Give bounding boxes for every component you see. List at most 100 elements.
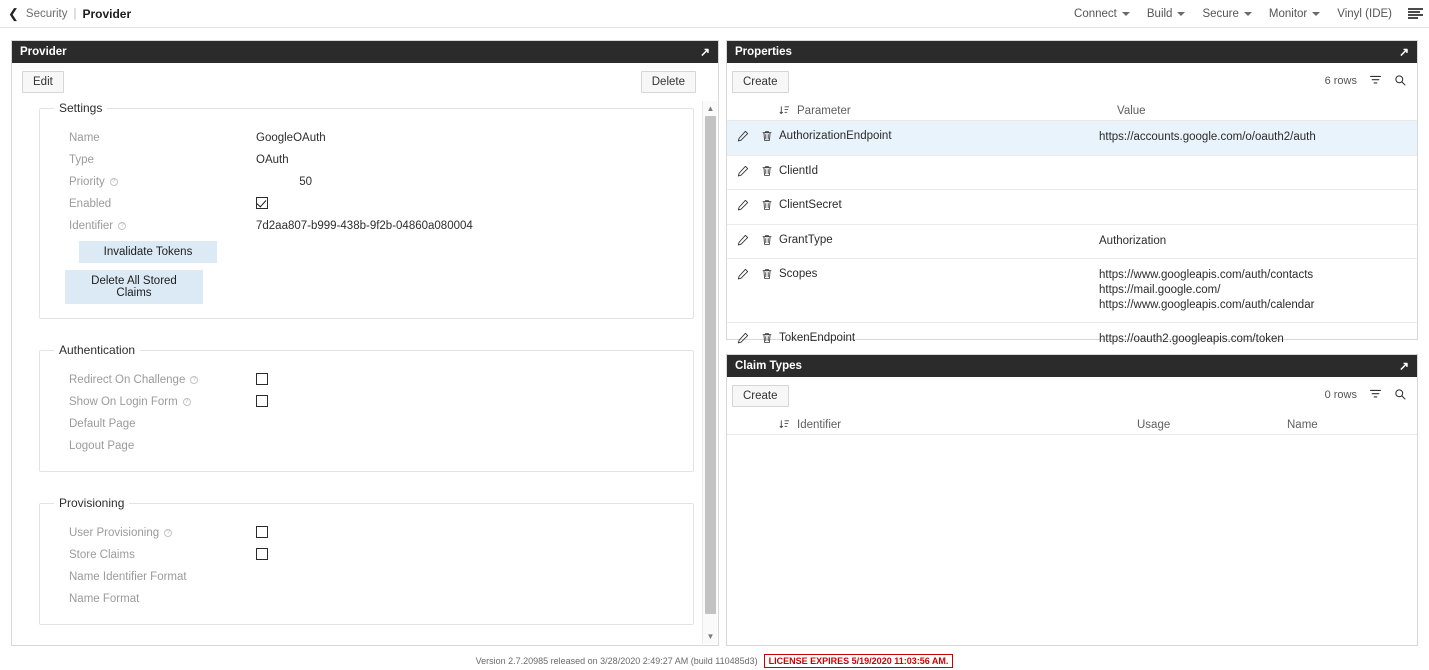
column-header-name[interactable]: Name <box>1287 419 1417 431</box>
show-on-login-form-checkbox[interactable] <box>256 395 268 407</box>
row-actions <box>727 332 779 348</box>
search-icon[interactable] <box>1394 74 1407 87</box>
provider-toolbar: Edit Delete <box>12 63 718 101</box>
table-row[interactable]: Scopeshttps://www.googleapis.com/auth/co… <box>727 259 1417 323</box>
table-row[interactable]: AuthorizationEndpointhttps://accounts.go… <box>727 121 1417 156</box>
pencil-icon[interactable] <box>737 165 749 181</box>
filter-icon[interactable] <box>1369 74 1382 87</box>
field-label: User Provisioning <box>69 527 159 539</box>
sort-ascending-icon[interactable] <box>779 419 790 430</box>
field-name-format: Name Format <box>54 588 679 610</box>
table-row[interactable]: ClientId <box>727 156 1417 191</box>
field-label: Enabled <box>69 198 111 210</box>
chevron-left-icon[interactable]: ❮ <box>8 7 19 20</box>
user-provisioning-checkbox[interactable] <box>256 526 268 538</box>
provider-panel: Provider ↗ Edit Delete ▲ ▼ Settings Name… <box>11 40 719 646</box>
store-claims-checkbox[interactable] <box>256 548 268 560</box>
cell-parameter: Scopes <box>779 268 1099 280</box>
nav-item-connect[interactable]: Connect <box>1074 8 1130 20</box>
search-icon[interactable] <box>1394 388 1407 401</box>
filter-icon[interactable] <box>1369 388 1382 401</box>
field-type: Type OAuth <box>54 149 679 171</box>
field-default-page: Default Page <box>54 413 679 435</box>
field-label: Default Page <box>69 418 136 430</box>
field-value: 50 <box>256 176 312 188</box>
help-icon[interactable]: ? <box>164 529 172 537</box>
chevron-down-icon <box>1122 12 1130 16</box>
nav-item-secure[interactable]: Secure <box>1202 8 1251 20</box>
edit-button[interactable]: Edit <box>22 71 64 93</box>
trash-icon[interactable] <box>761 234 773 250</box>
properties-grid-header: Parameter Value <box>727 101 1417 121</box>
table-row[interactable]: TokenEndpointhttps://oauth2.googleapis.c… <box>727 323 1417 358</box>
license-expiry-badge: LICENSE EXPIRES 5/19/2020 11:03:56 AM. <box>764 654 954 668</box>
hamburger-menu-icon[interactable] <box>1408 8 1423 20</box>
chevron-down-icon <box>1177 12 1185 16</box>
trash-icon[interactable] <box>761 199 773 215</box>
table-row[interactable]: GrantTypeAuthorization <box>727 225 1417 260</box>
pencil-icon[interactable] <box>737 332 749 348</box>
row-actions <box>727 165 779 181</box>
trash-icon[interactable] <box>761 165 773 181</box>
breadcrumb-parent[interactable]: Security <box>26 8 68 20</box>
trash-icon[interactable] <box>761 332 773 348</box>
settings-actions: Invalidate Tokens Delete All Stored Clai… <box>54 237 679 304</box>
pencil-icon[interactable] <box>737 199 749 215</box>
chevron-down-icon <box>1244 12 1252 16</box>
help-icon[interactable]: ? <box>183 398 191 406</box>
field-value: OAuth <box>256 154 289 166</box>
nav-item-vinyl-ide[interactable]: Vinyl (IDE) <box>1337 8 1392 20</box>
table-row[interactable]: ClientSecret <box>727 190 1417 225</box>
nav-label: Connect <box>1074 8 1117 20</box>
properties-create-button[interactable]: Create <box>732 71 789 93</box>
nav-item-monitor[interactable]: Monitor <box>1269 8 1320 20</box>
row-actions <box>727 130 779 146</box>
enabled-checkbox[interactable] <box>256 197 268 209</box>
cell-value: https://accounts.google.com/o/oauth2/aut… <box>1099 130 1417 145</box>
pencil-icon[interactable] <box>737 130 749 146</box>
nav-label: Secure <box>1202 8 1238 20</box>
column-header-usage[interactable]: Usage <box>1137 419 1287 431</box>
field-label: Name <box>69 132 100 144</box>
properties-grid-meta: 6 rows <box>1325 74 1407 87</box>
sort-ascending-icon[interactable] <box>779 105 790 116</box>
invalidate-tokens-button[interactable]: Invalidate Tokens <box>79 241 217 263</box>
nav-item-build[interactable]: Build <box>1147 8 1186 20</box>
expand-arrow-icon[interactable]: ↗ <box>1399 46 1409 58</box>
column-header-parameter[interactable]: Parameter <box>797 105 1117 117</box>
help-icon[interactable]: ? <box>110 178 118 186</box>
cell-parameter: ClientId <box>779 165 1099 177</box>
field-redirect-on-challenge: Redirect On Challenge ? <box>54 369 679 391</box>
trash-icon[interactable] <box>761 268 773 284</box>
field-label: Type <box>69 154 94 166</box>
expand-arrow-icon[interactable]: ↗ <box>700 46 710 58</box>
expand-arrow-icon[interactable]: ↗ <box>1399 360 1409 372</box>
pencil-icon[interactable] <box>737 268 749 284</box>
footer: Version 2.7.20985 released on 3/28/2020 … <box>0 652 1429 670</box>
cell-parameter: GrantType <box>779 234 1099 246</box>
cell-value: Authorization <box>1099 234 1417 249</box>
field-label: Logout Page <box>69 440 134 452</box>
field-enabled: Enabled <box>54 193 679 215</box>
claim-types-create-button[interactable]: Create <box>732 385 789 407</box>
help-icon[interactable]: ? <box>118 222 126 230</box>
field-label: Priority <box>69 176 105 188</box>
pencil-icon[interactable] <box>737 234 749 250</box>
help-icon[interactable]: ? <box>190 376 198 384</box>
trash-icon[interactable] <box>761 130 773 146</box>
redirect-on-challenge-checkbox[interactable] <box>256 373 268 385</box>
column-header-value[interactable]: Value <box>1117 105 1417 117</box>
field-user-provisioning: User Provisioning ? <box>54 522 679 544</box>
delete-button[interactable]: Delete <box>641 71 696 93</box>
provider-panel-header: Provider ↗ <box>12 41 718 63</box>
provisioning-legend: Provisioning <box>54 496 129 510</box>
claim-types-panel: Claim Types ↗ Create 0 rows Identifier U… <box>726 354 1418 646</box>
column-header-identifier[interactable]: Identifier <box>797 419 1137 431</box>
field-identifier: Identifier ? 7d2aa807-b999-438b-9f2b-048… <box>54 215 679 237</box>
field-label: Store Claims <box>69 549 135 561</box>
provider-form: Settings Name GoogleOAuth Type OAuth Pri… <box>12 101 718 645</box>
delete-all-stored-claims-button[interactable]: Delete All Stored Claims <box>65 270 203 304</box>
properties-panel-title: Properties <box>735 46 792 58</box>
field-label: Name Format <box>69 593 139 605</box>
nav-label: Monitor <box>1269 8 1307 20</box>
